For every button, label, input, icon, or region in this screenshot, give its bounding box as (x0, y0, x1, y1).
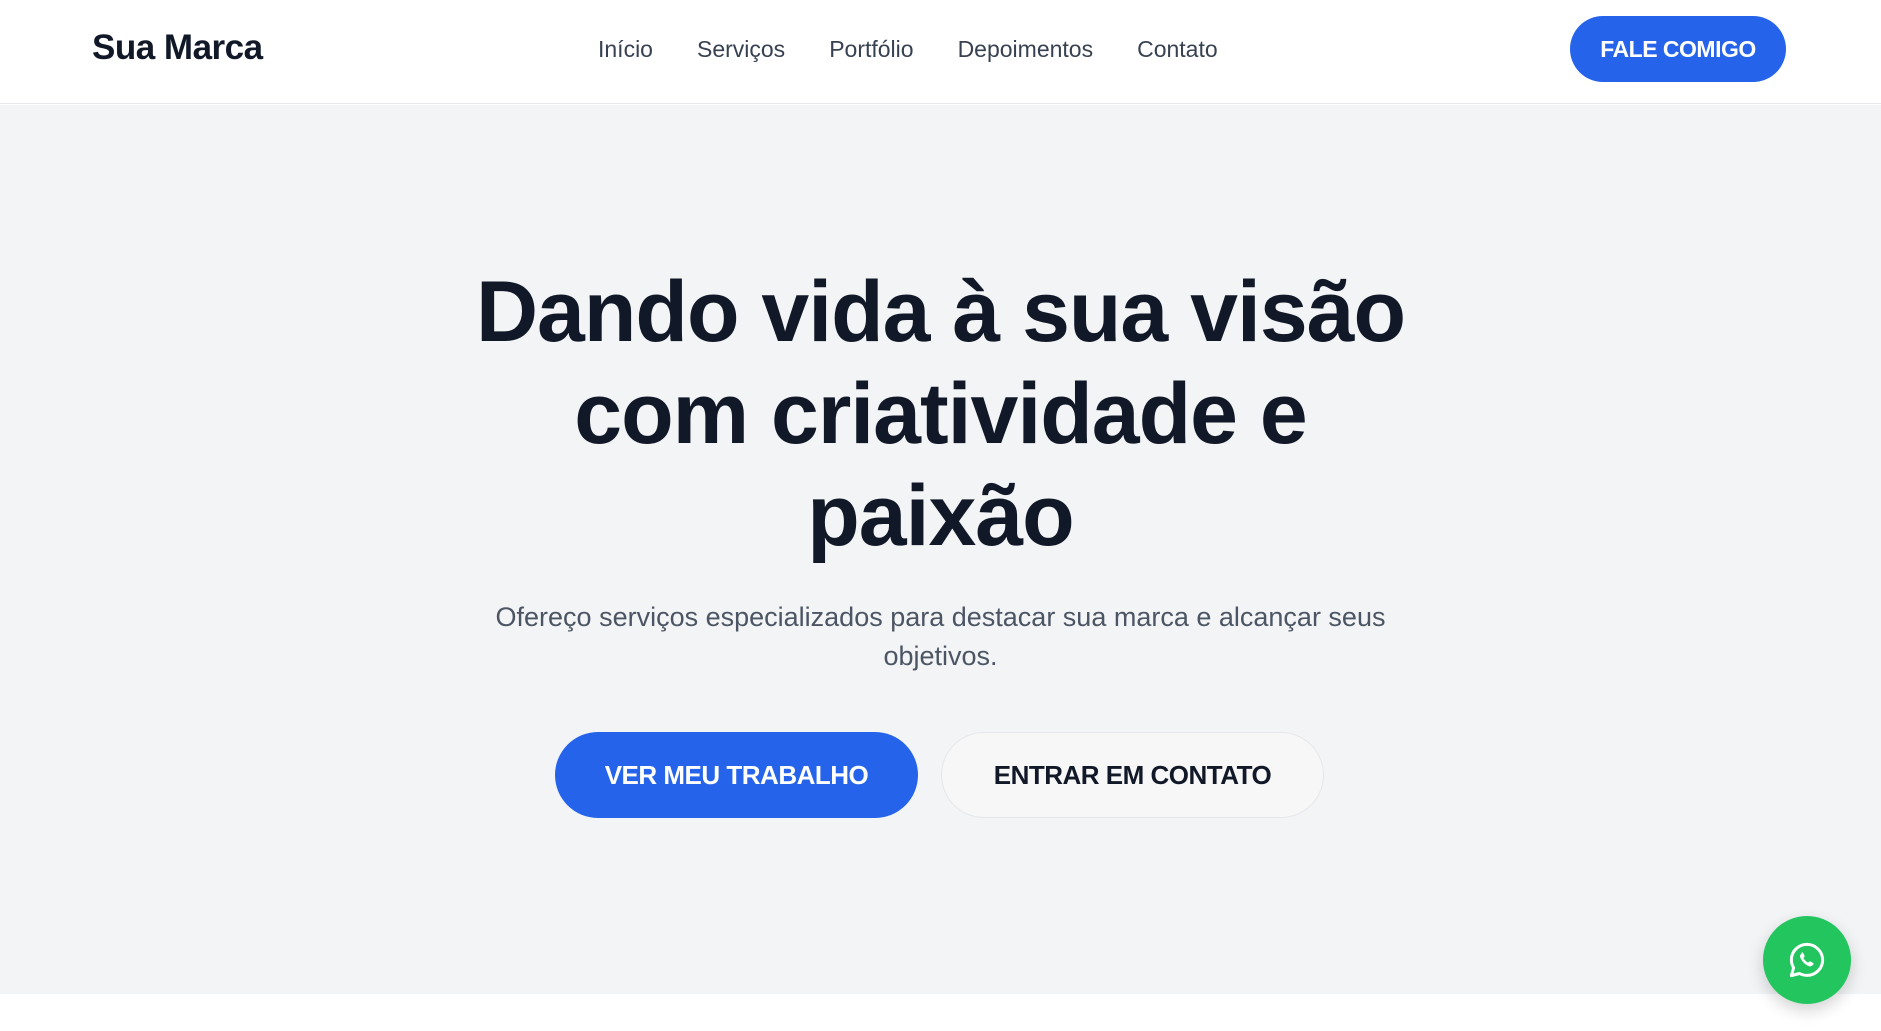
entrar-em-contato-button[interactable]: ENTRAR EM CONTATO (941, 732, 1324, 818)
hero-title-line: com criatividade e (574, 366, 1307, 462)
main-nav: Início Serviços Portfólio Depoimentos Co… (598, 36, 1218, 63)
hero-subtitle-line: Ofereço serviços especializados para des… (495, 602, 1386, 632)
hero-subtitle: Ofereço serviços especializados para des… (0, 598, 1881, 676)
nav-link-depoimentos[interactable]: Depoimentos (958, 36, 1094, 63)
hero-subtitle-line: objetivos. (883, 641, 998, 671)
nav-link-contato[interactable]: Contato (1137, 36, 1218, 63)
hero-title-line: Dando vida à sua visão (475, 264, 1406, 360)
hero-section: Dando vida à sua visão com criatividade … (0, 105, 1881, 994)
site-header: Sua Marca Início Serviços Portfólio Depo… (0, 0, 1881, 104)
ver-meu-trabalho-button[interactable]: VER MEU TRABALHO (555, 732, 918, 818)
hero-title: Dando vida à sua visão com criatividade … (0, 261, 1881, 567)
brand-logo[interactable]: Sua Marca (92, 28, 263, 68)
whatsapp-button[interactable] (1763, 916, 1851, 1004)
nav-link-inicio[interactable]: Início (598, 36, 653, 63)
fale-comigo-button[interactable]: FALE COMIGO (1570, 16, 1786, 82)
hero-title-line: paixão (807, 468, 1074, 564)
nav-link-portfolio[interactable]: Portfólio (829, 36, 913, 63)
whatsapp-icon (1789, 942, 1825, 978)
nav-link-servicos[interactable]: Serviços (697, 36, 785, 63)
